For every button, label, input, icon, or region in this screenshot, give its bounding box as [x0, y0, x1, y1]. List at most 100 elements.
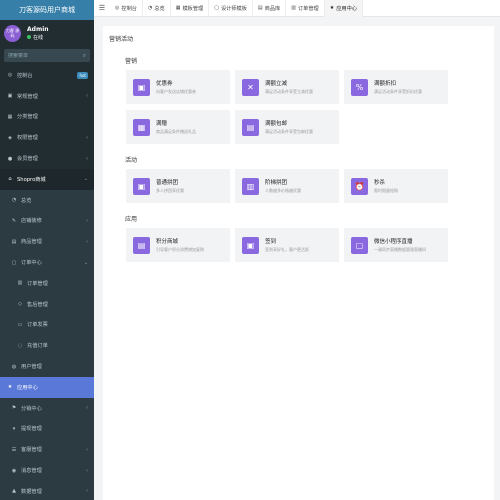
app-card[interactable]: ▥ 阶梯拼团 人数越多价格越优惠 — [235, 169, 339, 203]
after-sale-icon: ◇ — [18, 301, 22, 308]
sidebar: 刀客源码用户商城 刀客 源码 Admin 在线 ⌕ ◎ 控制台 hot ▣ 常规管理 ‹ ▦… — [0, 0, 94, 500]
card-name: 阶梯拼团 — [265, 180, 288, 186]
search-input[interactable] — [8, 52, 78, 59]
card-description: 满足活动条件享受立减优惠 — [265, 89, 313, 94]
goods-icon: ▤ — [11, 238, 17, 245]
discount-icon: % — [351, 78, 368, 96]
tab-item[interactable]: ▢ 设计师模板 — [209, 0, 253, 17]
card-grid: ▣ 普通拼团 多人拼团享优惠 ▥ 阶梯拼团 人数越多价格越优惠 ⏰ 秒杀 限时限量抢购 — [126, 169, 494, 209]
chevron-icon: ⌄ — [83, 259, 88, 266]
app-card[interactable]: ⏰ 秒杀 限时限量抢购 — [344, 169, 448, 203]
order-center-icon: ▢ — [11, 259, 17, 266]
tab-label: 控制台 — [121, 5, 137, 12]
card-name: 满额包邮 — [265, 121, 288, 127]
card-description: 一键同步直播数据管理直播间 — [374, 247, 426, 252]
sidebar-item[interactable]: ◔ 总览 — [0, 189, 94, 211]
data-icon: ▲ — [12, 488, 16, 495]
free-shipping-icon: ▤ — [242, 118, 259, 136]
decoration-icon: ✎ — [11, 217, 17, 224]
panel-title: 营销活动 — [109, 36, 134, 43]
sidebar-item[interactable]: ◇ 售后管理 — [0, 293, 94, 315]
category-icon: ▦ — [7, 113, 13, 120]
tab-item[interactable]: ▦ 模板管理 — [171, 0, 210, 17]
chevron-icon: ‹ — [86, 467, 88, 474]
goods-lib-icon: ▤ — [257, 5, 263, 11]
dashboard-icon: ◎ — [7, 72, 13, 79]
user-panel: 刀客 源码 Admin 在线 — [0, 20, 94, 46]
sidebar-item-label: 权限管理 — [17, 135, 38, 142]
distribution-icon: ⚑ — [11, 405, 17, 412]
card-name: 签到 — [265, 239, 277, 245]
shopro-icon: ⌂ — [8, 176, 12, 183]
live-icon: ▢ — [351, 236, 368, 254]
sidebar-item[interactable]: ▣ 常规管理 ‹ — [0, 86, 94, 107]
tab-item[interactable]: ◎ 控制台 — [110, 0, 143, 17]
sidebar-item[interactable]: ⌂ Shopro商城 ⌄ — [0, 168, 94, 190]
sidebar-item[interactable]: ☰ 客服管理 ‹ — [0, 439, 94, 461]
main-area: ☰ ◎ 控制台 ◔ 总览 ▦ 模板管理 ▢ 设计师模板 ▤ 商品库 ▥ 订单管理 ★ 应用中心 营销活动 … — [94, 0, 500, 500]
app-card[interactable]: ▤ 满额包邮 满足活动条件享受包邮优惠 — [235, 110, 339, 144]
customer-service-icon: ☰ — [11, 446, 17, 453]
sidebar-item[interactable]: ▭ 订单发票 — [0, 314, 94, 336]
overview-icon: ◔ — [11, 197, 17, 204]
sidebar-item[interactable]: ● 会员管理 ‹ — [0, 148, 94, 169]
menu-toggle-icon[interactable]: ☰ — [94, 4, 110, 12]
avatar[interactable]: 刀客 源码 — [4, 24, 21, 42]
member-icon: ● — [7, 155, 13, 162]
tab-item[interactable]: ▥ 订单管理 — [286, 0, 325, 17]
sidebar-item[interactable]: ▲ 数据管理 ‹ — [0, 480, 94, 500]
sidebar-item-label: 提现管理 — [21, 426, 42, 433]
sidebar-item-label: 充值订单 — [27, 343, 48, 350]
sidebar-item-label: 订单管理 — [27, 280, 48, 287]
routine-icon: ▣ — [7, 93, 13, 100]
card-name: 积分商城 — [156, 239, 179, 245]
app-card[interactable]: % 满额折扣 满足活动条件享受折扣优惠 — [344, 70, 448, 104]
order-icon: ▥ — [17, 280, 23, 287]
card-description: 商品满足条件赠送礼品 — [156, 129, 196, 134]
sidebar-item-label: 控制台 — [17, 72, 33, 79]
sidebar-item-label: 订单中心 — [21, 260, 42, 267]
card-description: 向客户发送店铺优惠券 — [156, 89, 196, 94]
card-name: 满赠 — [156, 121, 168, 127]
sidebar-item[interactable]: ◎ 控制台 hot — [0, 65, 94, 86]
sidebar-item[interactable]: ★ 应用中心 — [0, 376, 94, 398]
section-title: 营销 — [125, 58, 138, 65]
sidebar-item[interactable]: ⚑ 分销中心 ‹ — [0, 397, 94, 419]
sidebar-item[interactable]: ◌ 充值订单 — [0, 335, 94, 357]
app-card[interactable]: ▣ 普通拼团 多人拼团享优惠 — [126, 169, 230, 203]
full-icon: ▦ — [133, 118, 150, 136]
recharge-icon: ◌ — [17, 342, 23, 349]
sidebar-item[interactable]: ▢ 订单中心 ⌄ — [0, 252, 94, 273]
sidebar-item-label: 常规管理 — [17, 93, 38, 100]
sidebar-item[interactable]: ▥ 订单管理 — [0, 272, 94, 294]
sidebar-item-label: 订单发票 — [27, 322, 48, 329]
card-name: 优惠券 — [156, 81, 173, 87]
tab-item[interactable]: ★ 应用中心 — [324, 0, 363, 17]
app-card[interactable]: ▤ 积分商城 引导客户积分消费增加复购 — [126, 228, 230, 262]
card-name: 微信小程序直播 — [374, 239, 413, 245]
app-card[interactable]: ▦ 满赠商品满足条件赠送礼品 — [126, 110, 230, 144]
tab-item[interactable]: ▤ 商品库 — [253, 0, 287, 17]
chevron-icon: ‹ — [86, 405, 88, 412]
sidebar-item[interactable]: ✎ 店铺装修 ‹ — [0, 210, 94, 232]
card-description: 满足活动条件享受折扣优惠 — [374, 89, 422, 94]
app-card[interactable]: ▢ 微信小程序直播一键同步直播数据管理直播间 — [344, 228, 448, 262]
app-card[interactable]: ▣ 签到 签到享好礼，客户更活跃 — [235, 228, 339, 262]
sidebar-item-label: Shopro商城 — [17, 176, 46, 183]
sidebar-item[interactable]: ▤ 商品管理 ‹ — [0, 231, 94, 253]
sidebar-item[interactable]: ◍ 用户管理 — [0, 356, 94, 377]
ladder-groupon-icon: ▥ — [242, 177, 259, 195]
brand-title[interactable]: 刀客源码用户商城 — [0, 0, 94, 20]
sidebar-item[interactable]: ▾ 提现管理 — [0, 418, 94, 440]
content: 营销活动 营销 ▣ 优惠券 向客户发送店铺优惠券 ✕ 满额立减 满足活动条件享受立减优惠% 满… — [94, 17, 500, 500]
sidebar-item[interactable]: ▦ 分类管理 — [0, 107, 94, 128]
tab-item[interactable]: ◔ 总览 — [143, 0, 171, 17]
signin-icon: ▣ — [242, 236, 259, 254]
app-card[interactable]: ▣ 优惠券 向客户发送店铺优惠券 — [126, 70, 230, 104]
sidebar-item[interactable]: ◉ 消息管理 ‹ — [0, 460, 94, 481]
search-icon[interactable]: ⌕ — [83, 52, 86, 60]
app-card[interactable]: ✕ 满额立减 满足活动条件享受立减优惠 — [235, 70, 339, 104]
sidebar-item[interactable]: ◈ 权限管理 ‹ — [0, 127, 94, 148]
chevron-icon: ‹ — [86, 238, 88, 245]
card-name: 满额立减 — [265, 81, 288, 87]
